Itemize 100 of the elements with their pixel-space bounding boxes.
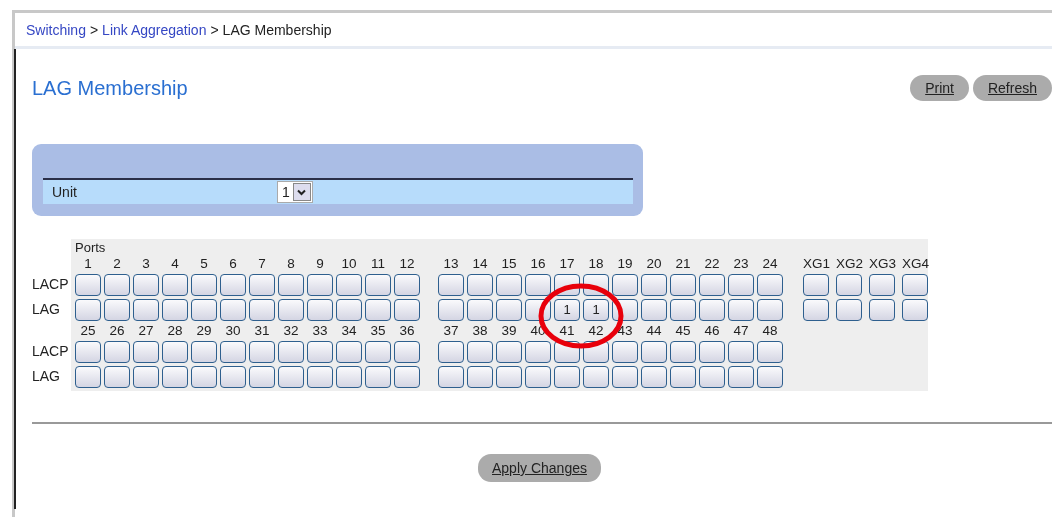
lag-toggle[interactable] bbox=[278, 365, 304, 388]
lacp-toggle[interactable] bbox=[525, 340, 551, 363]
lag-toggle[interactable] bbox=[670, 298, 696, 321]
lag-toggle[interactable] bbox=[75, 298, 101, 321]
lacp-toggle[interactable] bbox=[162, 340, 188, 363]
lacp-toggle[interactable] bbox=[869, 273, 895, 296]
unit-select[interactable]: 1 bbox=[277, 181, 313, 203]
lag-toggle[interactable] bbox=[162, 298, 188, 321]
lacp-toggle[interactable] bbox=[641, 273, 667, 296]
lacp-toggle[interactable] bbox=[496, 273, 522, 296]
lacp-toggle[interactable] bbox=[757, 273, 783, 296]
lag-toggle[interactable] bbox=[757, 298, 783, 321]
lag-toggle[interactable] bbox=[220, 298, 246, 321]
lacp-toggle[interactable] bbox=[278, 273, 304, 296]
apply-changes-button[interactable]: Apply Changes bbox=[478, 454, 601, 482]
lag-toggle[interactable] bbox=[104, 298, 130, 321]
lag-toggle[interactable] bbox=[803, 298, 829, 321]
lacp-toggle[interactable] bbox=[336, 273, 362, 296]
lacp-toggle[interactable] bbox=[191, 273, 217, 296]
lacp-toggle[interactable] bbox=[902, 273, 928, 296]
lacp-toggle[interactable] bbox=[104, 340, 130, 363]
lag-toggle[interactable] bbox=[496, 298, 522, 321]
lacp-toggle[interactable] bbox=[699, 340, 725, 363]
lacp-toggle[interactable] bbox=[670, 273, 696, 296]
lacp-toggle[interactable] bbox=[365, 340, 391, 363]
lacp-toggle[interactable] bbox=[728, 273, 754, 296]
lacp-toggle[interactable] bbox=[75, 273, 101, 296]
lag-toggle[interactable] bbox=[438, 365, 464, 388]
lacp-toggle[interactable] bbox=[220, 340, 246, 363]
lag-toggle[interactable] bbox=[525, 365, 551, 388]
lacp-toggle[interactable] bbox=[133, 340, 159, 363]
lag-toggle[interactable] bbox=[496, 365, 522, 388]
lacp-toggle[interactable] bbox=[728, 340, 754, 363]
lacp-toggle[interactable] bbox=[394, 340, 420, 363]
lag-toggle[interactable] bbox=[394, 365, 420, 388]
lag-toggle[interactable] bbox=[612, 365, 638, 388]
lacp-toggle[interactable] bbox=[365, 273, 391, 296]
lacp-toggle[interactable] bbox=[496, 340, 522, 363]
lacp-toggle[interactable] bbox=[220, 273, 246, 296]
lag-toggle[interactable] bbox=[75, 365, 101, 388]
lag-toggle[interactable] bbox=[670, 365, 696, 388]
lacp-toggle[interactable] bbox=[670, 340, 696, 363]
toolbar-button[interactable]: Print bbox=[910, 75, 969, 101]
lag-toggle[interactable]: 1 bbox=[554, 298, 580, 321]
lacp-toggle[interactable] bbox=[438, 273, 464, 296]
lacp-toggle[interactable] bbox=[836, 273, 862, 296]
lag-toggle[interactable] bbox=[133, 298, 159, 321]
lag-toggle[interactable] bbox=[307, 365, 333, 388]
lacp-toggle[interactable] bbox=[438, 340, 464, 363]
lag-toggle[interactable] bbox=[307, 298, 333, 321]
lacp-toggle[interactable] bbox=[278, 340, 304, 363]
lag-toggle[interactable] bbox=[699, 298, 725, 321]
lag-toggle[interactable] bbox=[728, 365, 754, 388]
lag-toggle[interactable] bbox=[438, 298, 464, 321]
lag-toggle[interactable] bbox=[365, 298, 391, 321]
lag-toggle[interactable] bbox=[699, 365, 725, 388]
lacp-toggle[interactable] bbox=[336, 340, 362, 363]
lacp-toggle[interactable] bbox=[467, 340, 493, 363]
lacp-toggle[interactable] bbox=[75, 340, 101, 363]
lag-toggle[interactable] bbox=[191, 365, 217, 388]
lacp-toggle[interactable] bbox=[133, 273, 159, 296]
lag-toggle[interactable] bbox=[278, 298, 304, 321]
lacp-toggle[interactable] bbox=[525, 273, 551, 296]
lag-toggle[interactable] bbox=[104, 365, 130, 388]
lacp-toggle[interactable] bbox=[641, 340, 667, 363]
lacp-toggle[interactable] bbox=[699, 273, 725, 296]
breadcrumb-link[interactable]: Link Aggregation bbox=[102, 21, 207, 38]
lacp-toggle[interactable] bbox=[612, 273, 638, 296]
lacp-toggle[interactable] bbox=[162, 273, 188, 296]
lacp-toggle[interactable] bbox=[394, 273, 420, 296]
lag-toggle[interactable] bbox=[641, 365, 667, 388]
lag-toggle[interactable] bbox=[365, 365, 391, 388]
lag-toggle[interactable] bbox=[336, 365, 362, 388]
lacp-toggle[interactable] bbox=[191, 340, 217, 363]
lag-toggle[interactable] bbox=[220, 365, 246, 388]
lag-toggle[interactable] bbox=[902, 298, 928, 321]
lag-toggle[interactable] bbox=[162, 365, 188, 388]
breadcrumb-link[interactable]: Switching bbox=[26, 21, 86, 38]
lacp-toggle[interactable] bbox=[249, 273, 275, 296]
lag-toggle[interactable] bbox=[191, 298, 217, 321]
lag-toggle[interactable] bbox=[467, 365, 493, 388]
lag-toggle[interactable] bbox=[467, 298, 493, 321]
lag-toggle[interactable] bbox=[869, 298, 895, 321]
toolbar-button[interactable]: Refresh bbox=[972, 75, 1052, 101]
lacp-toggle[interactable] bbox=[612, 340, 638, 363]
lag-toggle[interactable] bbox=[583, 365, 609, 388]
lag-toggle[interactable] bbox=[133, 365, 159, 388]
lacp-toggle[interactable] bbox=[757, 340, 783, 363]
lag-toggle[interactable]: 1 bbox=[583, 298, 609, 321]
lacp-toggle[interactable] bbox=[803, 273, 829, 296]
lacp-toggle[interactable] bbox=[307, 340, 333, 363]
lacp-toggle[interactable] bbox=[104, 273, 130, 296]
lag-toggle[interactable] bbox=[641, 298, 667, 321]
lacp-toggle[interactable] bbox=[307, 273, 333, 296]
lag-toggle[interactable] bbox=[249, 298, 275, 321]
lag-toggle[interactable] bbox=[336, 298, 362, 321]
lag-toggle[interactable] bbox=[394, 298, 420, 321]
lacp-toggle[interactable] bbox=[467, 273, 493, 296]
lag-toggle[interactable] bbox=[554, 365, 580, 388]
lag-toggle[interactable] bbox=[836, 298, 862, 321]
